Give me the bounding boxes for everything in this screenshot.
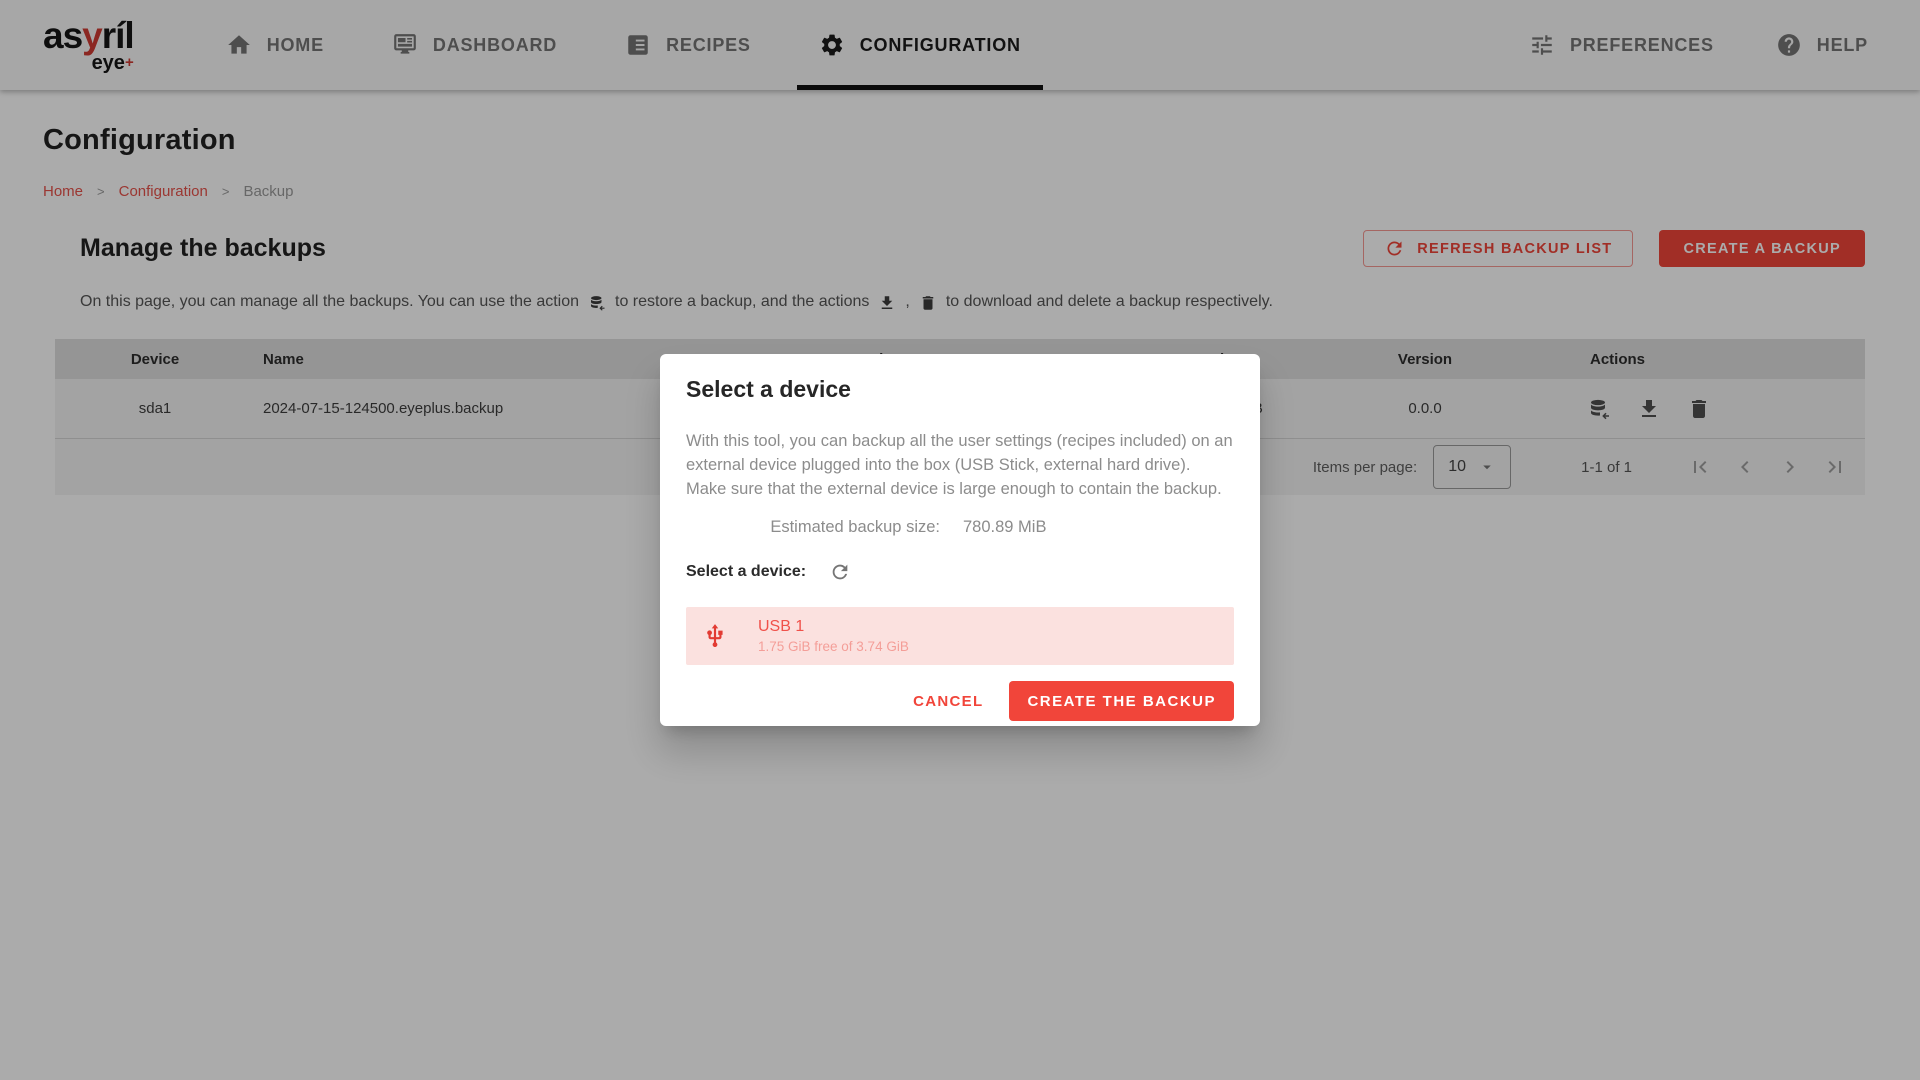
create-the-backup-button[interactable]: CREATE THE BACKUP bbox=[1009, 681, 1234, 721]
estimated-backup-size-row: Estimated backup size: 780.89 MiB bbox=[686, 518, 1234, 537]
device-capacity: 1.75 GiB free of 3.74 GiB bbox=[758, 639, 909, 654]
dialog-body-text: With this tool, you can backup all the u… bbox=[686, 429, 1234, 501]
dialog-title: Select a device bbox=[686, 376, 1234, 403]
refresh-devices-button[interactable] bbox=[829, 561, 851, 583]
dialog-actions: CANCEL CREATE THE BACKUP bbox=[686, 681, 1234, 721]
dialog-body-line: With this tool, you can backup all the u… bbox=[686, 432, 1233, 474]
estimated-size-label: Estimated backup size: bbox=[686, 518, 940, 537]
device-name: USB 1 bbox=[758, 618, 909, 636]
cancel-button[interactable]: CANCEL bbox=[897, 681, 999, 721]
usb-icon bbox=[702, 623, 728, 649]
device-option-usb1[interactable]: USB 1 1.75 GiB free of 3.74 GiB bbox=[686, 607, 1234, 665]
dialog-body-line: Make sure that the external device is la… bbox=[686, 480, 1222, 498]
device-option-texts: USB 1 1.75 GiB free of 3.74 GiB bbox=[758, 618, 909, 654]
select-device-dialog: Select a device With this tool, you can … bbox=[660, 354, 1260, 726]
select-device-row: Select a device: bbox=[686, 561, 1234, 583]
estimated-size-value: 780.89 MiB bbox=[963, 518, 1046, 537]
select-device-label: Select a device: bbox=[686, 563, 806, 581]
refresh-icon bbox=[829, 561, 851, 583]
